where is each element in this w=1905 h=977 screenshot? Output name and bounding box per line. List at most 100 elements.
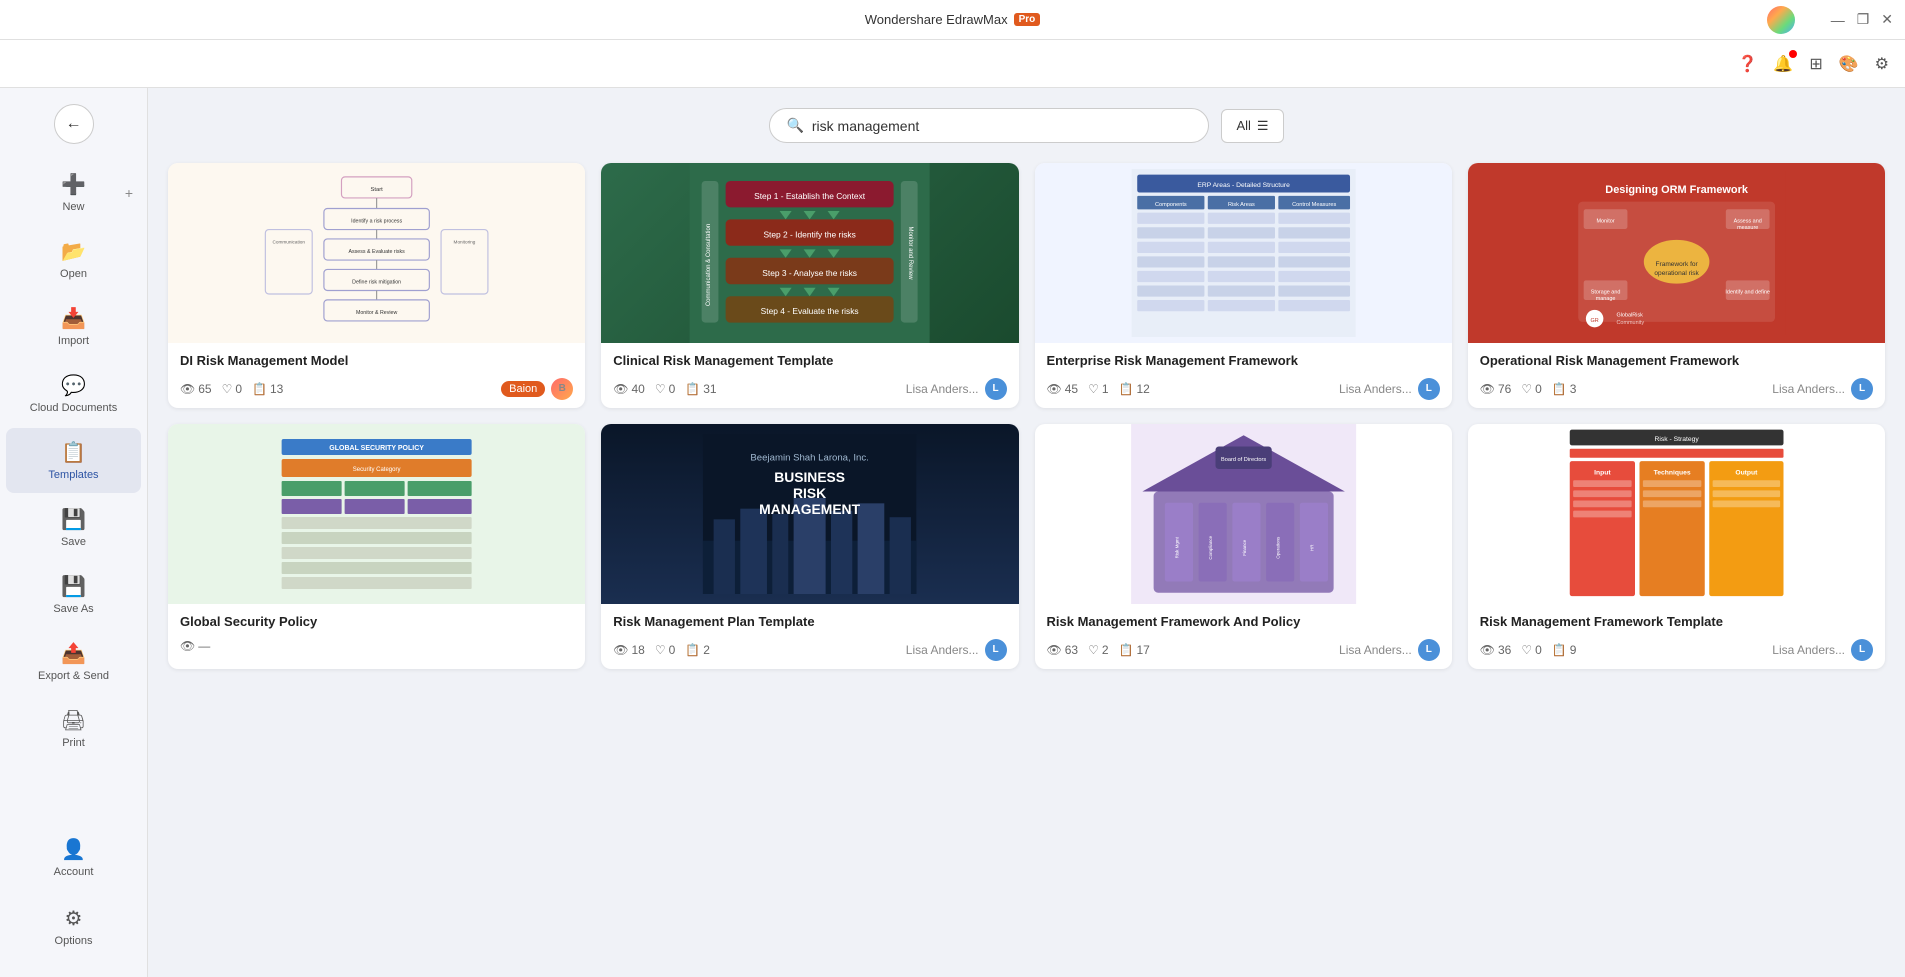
likes-icon: ♡ <box>222 382 233 396</box>
template-info-rm-framework-policy: Risk Management Framework And Policy 👁 6… <box>1035 604 1452 669</box>
rm-strategy-author: Lisa Anders... L <box>1772 639 1873 661</box>
template-info-clinical: Clinical Risk Management Template 👁 40 ♡… <box>601 343 1018 408</box>
template-card-biz-risk[interactable]: Beejamin Shah Larona, Inc. BUSINESS RISK… <box>601 424 1018 669</box>
copies-count: 2 <box>703 643 710 657</box>
sidebar-item-saveas[interactable]: 💾 Save As <box>6 562 141 627</box>
notification-icon[interactable]: 🔔 <box>1773 54 1793 74</box>
svg-text:Monitoring: Monitoring <box>454 240 476 245</box>
orm-views: 👁 76 <box>1480 382 1512 396</box>
biz-thumb-content: Beejamin Shah Larona, Inc. BUSINESS RISK… <box>601 424 1018 604</box>
clinical-copies: 📋 31 <box>685 382 716 396</box>
back-button[interactable]: ← <box>54 104 94 144</box>
sidebar-item-new[interactable]: ➕ New + <box>6 160 141 225</box>
views-icon: 👁 <box>1047 643 1062 657</box>
author-avatar: L <box>1418 639 1440 661</box>
pro-badge: Pro <box>1014 13 1041 26</box>
svg-text:Communication & Consultation: Communication & Consultation <box>706 224 712 306</box>
author-badge: Baion <box>501 381 545 397</box>
saveas-icon: 💾 <box>61 574 86 599</box>
template-thumb-orm: Designing ORM Framework Framework for op… <box>1468 163 1885 343</box>
apps-icon[interactable]: ⊞ <box>1809 54 1822 74</box>
likes-icon: ♡ <box>655 382 666 396</box>
sidebar-item-export[interactable]: 📤 Export & Send <box>6 629 141 694</box>
svg-text:Risk Areas: Risk Areas <box>1228 202 1255 208</box>
svg-text:MANAGEMENT: MANAGEMENT <box>759 501 860 517</box>
author-avatar: B <box>551 378 573 400</box>
maximize-button[interactable]: ❐ <box>1857 11 1870 28</box>
template-card-orm[interactable]: Designing ORM Framework Framework for op… <box>1468 163 1885 408</box>
filter-button[interactable]: All ☰ <box>1221 109 1283 143</box>
likes-icon: ♡ <box>1521 382 1532 396</box>
author-avatar: L <box>1851 378 1873 400</box>
settings-icon[interactable]: ⚙ <box>1875 54 1889 74</box>
template-card-clinical[interactable]: Step 1 - Establish the Context Step 2 - … <box>601 163 1018 408</box>
close-button[interactable]: ✕ <box>1881 11 1893 28</box>
sidebar-item-options[interactable]: ⚙ Options <box>12 894 135 959</box>
sidebar-item-open-label: Open <box>60 268 87 280</box>
author-avatar: L <box>1851 639 1873 661</box>
likes-count: 0 <box>669 382 676 396</box>
svg-text:Compliance: Compliance <box>1208 535 1213 559</box>
author-text: Lisa Anders... <box>1772 382 1845 396</box>
sidebar-item-account-label: Account <box>54 866 94 878</box>
views-count: 65 <box>198 382 211 396</box>
template-info-biz-risk: Risk Management Plan Template 👁 18 ♡ 0 📋 <box>601 604 1018 669</box>
sidebar-item-print[interactable]: 🖨 Print <box>6 696 141 761</box>
help-icon[interactable]: ❓ <box>1737 54 1757 74</box>
search-input[interactable] <box>812 118 1193 134</box>
di-risk-author: Baion B <box>501 378 573 400</box>
global-thumb-content: GLOBAL SECURITY POLICY Security Category <box>168 424 585 604</box>
search-bar[interactable]: 🔍 <box>769 108 1209 143</box>
rm-framework-policy-title: Risk Management Framework And Policy <box>1047 614 1440 631</box>
likes-icon: ♡ <box>1088 382 1099 396</box>
user-avatar[interactable] <box>1767 6 1795 34</box>
likes-count: 1 <box>1102 382 1109 396</box>
account-icon: 👤 <box>61 837 86 862</box>
theme-icon[interactable]: 🎨 <box>1839 54 1859 74</box>
sidebar-item-save[interactable]: 💾 Save <box>6 495 141 560</box>
template-info-rm-strategy: Risk Management Framework Template 👁 36 … <box>1468 604 1885 669</box>
svg-text:Identify a risk process: Identify a risk process <box>351 219 402 225</box>
template-info-di-risk: DI Risk Management Model 👁 65 ♡ 0 📋 13 <box>168 343 585 408</box>
template-thumb-di-risk: Start Identify a risk process Assess & E… <box>168 163 585 343</box>
svg-text:Assess and: Assess and <box>1733 218 1761 224</box>
template-thumb-rm-strategy: Risk - Strategy Input Techniques Output <box>1468 424 1885 604</box>
author-avatar: L <box>985 378 1007 400</box>
template-card-global[interactable]: GLOBAL SECURITY POLICY Security Category <box>168 424 585 669</box>
global-meta: 👁 — <box>180 639 573 653</box>
sidebar-item-cloud[interactable]: 💬 Cloud Documents <box>6 361 141 426</box>
sidebar-item-account[interactable]: 👤 Account <box>12 825 135 890</box>
template-thumb-clinical: Step 1 - Establish the Context Step 2 - … <box>601 163 1018 343</box>
template-info-enterprise: Enterprise Risk Management Framework 👁 4… <box>1035 343 1452 408</box>
options-icon: ⚙ <box>65 906 83 931</box>
sidebar-item-import-label: Import <box>58 335 89 347</box>
template-thumb-rm-framework-policy: Board of Directors Risk Mgmt Compliance … <box>1035 424 1452 604</box>
svg-text:ERP Areas - Detailed Structure: ERP Areas - Detailed Structure <box>1197 182 1290 189</box>
svg-text:HR: HR <box>1309 544 1314 551</box>
filter-label: All <box>1236 118 1250 133</box>
author-text: Lisa Anders... <box>906 382 979 396</box>
minimize-button[interactable]: — <box>1831 12 1845 28</box>
new-plus-icon[interactable]: + <box>125 185 133 201</box>
template-card-rm-strategy[interactable]: Risk - Strategy Input Techniques Output <box>1468 424 1885 669</box>
svg-text:Beejamin Shah Larona, Inc.: Beejamin Shah Larona, Inc. <box>751 453 869 464</box>
template-card-rm-framework-policy[interactable]: Board of Directors Risk Mgmt Compliance … <box>1035 424 1452 669</box>
sidebar-item-save-label: Save <box>61 536 86 548</box>
likes-icon: ♡ <box>1088 643 1099 657</box>
views-icon: 👁 <box>180 382 195 396</box>
svg-text:Define risk mitigation: Define risk mitigation <box>352 279 401 285</box>
svg-text:Start: Start <box>370 187 383 193</box>
template-card-enterprise[interactable]: ERP Areas - Detailed Structure Component… <box>1035 163 1452 408</box>
sidebar-item-templates[interactable]: 📋 Templates <box>6 428 141 493</box>
sidebar-item-open[interactable]: 📂 Open <box>6 227 141 292</box>
sidebar-item-new-label: New <box>62 201 84 213</box>
copy-icon: 📋 <box>1552 643 1567 657</box>
svg-text:BUSINESS: BUSINESS <box>774 469 845 485</box>
template-card-di-risk[interactable]: Start Identify a risk process Assess & E… <box>168 163 585 408</box>
di-risk-views: 👁 65 <box>180 382 212 396</box>
import-icon: 📥 <box>61 306 86 331</box>
svg-text:Output: Output <box>1735 470 1758 477</box>
svg-text:measure: measure <box>1737 225 1758 231</box>
views-icon: 👁 <box>613 382 628 396</box>
sidebar-item-import[interactable]: 📥 Import <box>6 294 141 359</box>
